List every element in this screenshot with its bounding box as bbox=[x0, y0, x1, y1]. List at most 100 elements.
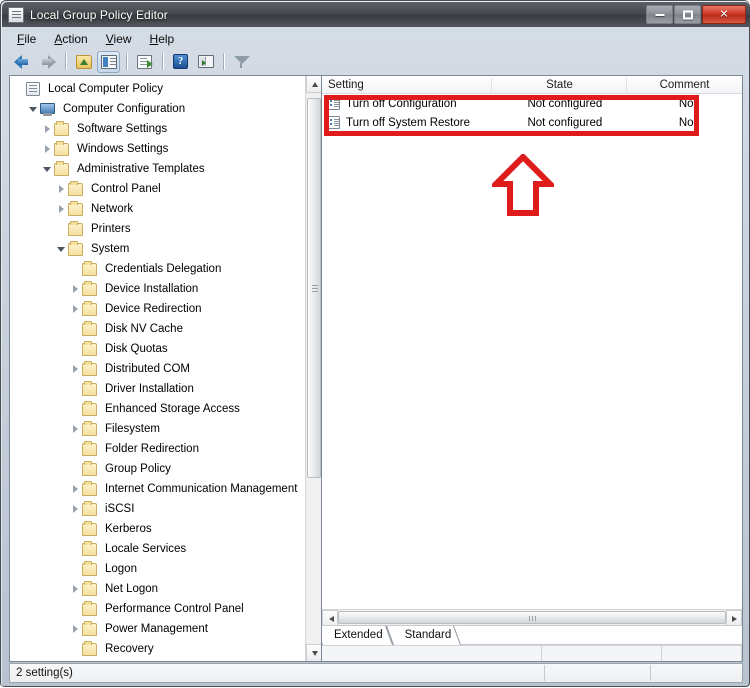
tree-item-folder-redirection[interactable]: Folder Redirection bbox=[10, 439, 305, 459]
tree-item-power-management[interactable]: Power Management bbox=[10, 619, 305, 639]
tree-scroll-down-button[interactable] bbox=[306, 644, 321, 661]
tab-extended[interactable]: Extended bbox=[322, 626, 393, 645]
folder-icon bbox=[68, 200, 83, 216]
cell-setting: Turn off Configuration bbox=[346, 97, 457, 110]
forward-button[interactable] bbox=[36, 51, 59, 73]
chevron-right-icon[interactable] bbox=[70, 422, 82, 436]
chevron-right-icon[interactable] bbox=[56, 202, 68, 216]
chevron-right-icon[interactable] bbox=[56, 182, 68, 196]
tree-item-distributed-com[interactable]: Distributed COM bbox=[10, 359, 305, 379]
menu-view-accesskey: V bbox=[105, 31, 114, 46]
tree-item-filesystem[interactable]: Filesystem bbox=[10, 419, 305, 439]
list-scroll-right-button[interactable] bbox=[726, 609, 742, 626]
list-hscroll-track[interactable] bbox=[338, 610, 726, 626]
status-separator-1 bbox=[544, 665, 545, 681]
chevron-right-icon[interactable] bbox=[70, 362, 82, 376]
back-button[interactable] bbox=[11, 51, 34, 73]
menu-item-view[interactable]: View bbox=[98, 30, 140, 48]
tree-item-logon[interactable]: Logon bbox=[10, 559, 305, 579]
minimize-button[interactable] bbox=[646, 5, 673, 24]
tree-item-disk-quotas[interactable]: Disk Quotas bbox=[10, 339, 305, 359]
show-hide-tree-button[interactable] bbox=[97, 50, 120, 73]
menu-item-file[interactable]: File bbox=[9, 30, 44, 48]
chevron-right-icon[interactable] bbox=[70, 502, 82, 516]
tree-scroll-up-button[interactable] bbox=[306, 76, 321, 93]
chevron-right-icon[interactable] bbox=[70, 282, 82, 296]
tree-item-device-installation[interactable]: Device Installation bbox=[10, 279, 305, 299]
chevron-down-icon[interactable] bbox=[56, 242, 68, 256]
up-one-level-button[interactable] bbox=[72, 51, 95, 73]
settings-list-pane: Setting State Comment Turn off Configura… bbox=[321, 75, 743, 662]
status-text: 2 setting(s) bbox=[16, 667, 73, 679]
tree-item-recovery[interactable]: Recovery bbox=[10, 639, 305, 659]
chevron-right-icon[interactable] bbox=[42, 142, 54, 156]
toolbar-separator-4 bbox=[223, 53, 224, 70]
chevron-down-icon[interactable] bbox=[28, 102, 40, 116]
tree-item-group-policy[interactable]: Group Policy bbox=[10, 459, 305, 479]
tree-item-administrative-templates[interactable]: Administrative Templates bbox=[10, 159, 305, 179]
export-list-button[interactable] bbox=[133, 51, 156, 73]
chevron-right-icon[interactable] bbox=[70, 622, 82, 636]
tree-item-device-redirection[interactable]: Device Redirection bbox=[10, 299, 305, 319]
column-header-setting[interactable]: Setting bbox=[322, 76, 492, 94]
toolbar-separator-3 bbox=[162, 53, 163, 70]
tree-item-kerberos[interactable]: Kerberos bbox=[10, 519, 305, 539]
maximize-button[interactable] bbox=[674, 5, 701, 24]
column-header-comment[interactable]: Comment bbox=[627, 76, 742, 94]
filter-button[interactable] bbox=[230, 51, 253, 73]
tree-item-windows-settings[interactable]: Windows Settings bbox=[10, 139, 305, 159]
tree-item-control-panel[interactable]: Control Panel bbox=[10, 179, 305, 199]
chevron-right-icon[interactable] bbox=[70, 582, 82, 596]
title-bar[interactable]: Local Group Policy Editor ✕ bbox=[2, 2, 750, 27]
tree-item-performance-control-panel[interactable]: Performance Control Panel bbox=[10, 599, 305, 619]
folder-icon bbox=[82, 540, 97, 556]
toolbar-separator-2 bbox=[126, 53, 127, 70]
tree-item-enhanced-storage-access[interactable]: Enhanced Storage Access bbox=[10, 399, 305, 419]
tree-scrollbar-thumb[interactable] bbox=[307, 98, 321, 478]
table-row[interactable]: Turn off Configuration Not configured No bbox=[322, 94, 742, 113]
folder-icon bbox=[82, 640, 97, 656]
tree-item-driver-installation[interactable]: Driver Installation bbox=[10, 379, 305, 399]
toolbar-separator-1 bbox=[65, 53, 66, 70]
tree-item-iscsi[interactable]: iSCSI bbox=[10, 499, 305, 519]
help-button[interactable]: ? bbox=[169, 51, 192, 73]
menu-file-rest: ile bbox=[24, 31, 37, 46]
tree-item-net-logon[interactable]: Net Logon bbox=[10, 579, 305, 599]
tree-item-printers[interactable]: Printers bbox=[10, 219, 305, 239]
tab-strip-filler bbox=[461, 626, 742, 645]
tree-item-locale-services[interactable]: Locale Services bbox=[10, 539, 305, 559]
chevron-down-icon[interactable] bbox=[42, 162, 54, 176]
tree-item-local-computer-policy[interactable]: Local Computer Policy bbox=[10, 79, 305, 99]
tree-item-software-settings[interactable]: Software Settings bbox=[10, 119, 305, 139]
folder-icon bbox=[82, 420, 97, 436]
tree-item-system[interactable]: System bbox=[10, 239, 305, 259]
tree-item-remote-assistance[interactable]: Remote Assistance bbox=[10, 659, 305, 661]
tab-standard[interactable]: Standard bbox=[392, 626, 462, 645]
console-tree[interactable]: Local Computer Policy Computer Configurat… bbox=[10, 76, 305, 661]
folder-icon bbox=[82, 340, 97, 356]
tree-item-disk-nv-cache[interactable]: Disk NV Cache bbox=[10, 319, 305, 339]
list-scroll-left-button[interactable] bbox=[322, 609, 338, 626]
tree-item-internet-communication-management[interactable]: Internet Communication Management bbox=[10, 479, 305, 499]
tree-item-label: Kerberos bbox=[105, 522, 152, 535]
folder-icon bbox=[82, 560, 97, 576]
menu-item-action[interactable]: Action bbox=[46, 30, 95, 48]
chevron-right-icon[interactable] bbox=[70, 482, 82, 496]
tree-item-network[interactable]: Network bbox=[10, 199, 305, 219]
tree-item-credentials-delegation[interactable]: Credentials Delegation bbox=[10, 259, 305, 279]
tree-item-label: Credentials Delegation bbox=[105, 262, 222, 275]
menu-item-help[interactable]: Help bbox=[142, 30, 183, 48]
chevron-right-icon[interactable] bbox=[42, 122, 54, 136]
filter-icon bbox=[233, 55, 250, 69]
new-window-button[interactable] bbox=[194, 51, 217, 73]
close-button[interactable]: ✕ bbox=[702, 5, 746, 24]
table-row[interactable]: Turn off System Restore Not configured No bbox=[322, 113, 742, 132]
tree-vertical-scrollbar[interactable] bbox=[305, 76, 321, 661]
list-horizontal-scrollbar[interactable] bbox=[322, 609, 742, 626]
list-hscroll-thumb[interactable] bbox=[338, 610, 726, 624]
column-header-state[interactable]: State bbox=[492, 76, 627, 94]
tree-item-computer-configuration[interactable]: Computer Configuration bbox=[10, 99, 305, 119]
chevron-right-icon[interactable] bbox=[70, 302, 82, 316]
